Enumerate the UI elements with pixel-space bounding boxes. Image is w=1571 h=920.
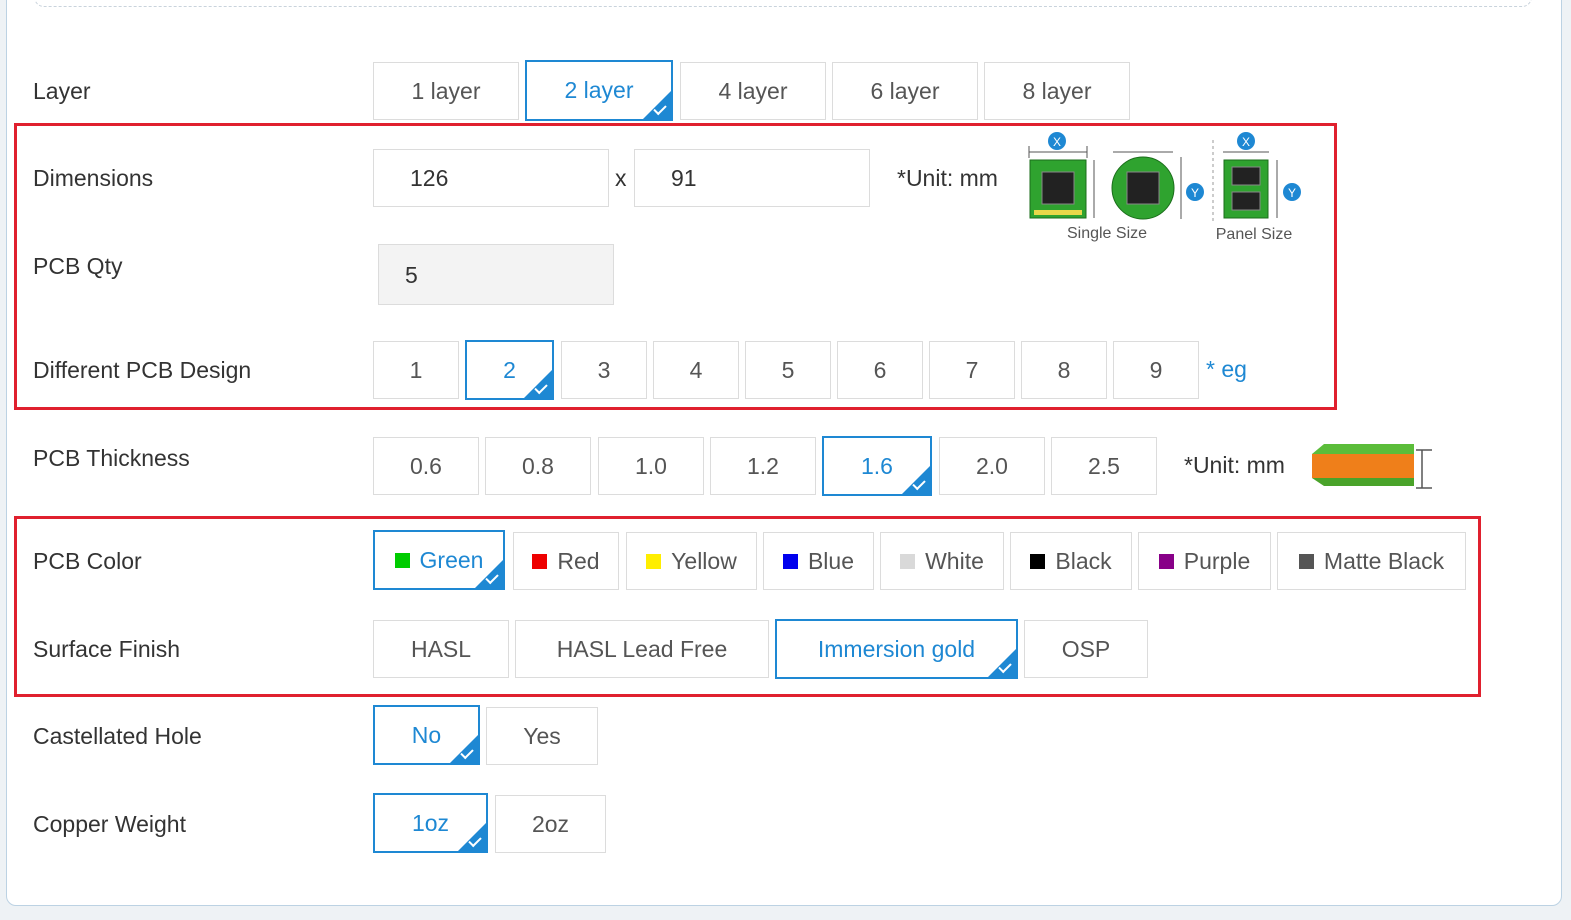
thickness-option-0.6[interactable]: 0.6 — [373, 437, 479, 495]
color-option-label: Yellow — [671, 547, 737, 574]
design-option-4[interactable]: 4 — [653, 341, 739, 399]
color-option-yellow[interactable]: Yellow — [626, 532, 757, 590]
thickness-option-1.2[interactable]: 1.2 — [710, 437, 816, 495]
white-swatch-icon — [900, 553, 916, 569]
green-swatch-icon — [394, 552, 410, 568]
finish-label: Surface Finish — [33, 636, 181, 662]
x-marker-single: X — [1053, 135, 1061, 149]
color-option-label: Black — [1055, 547, 1112, 574]
yellow-swatch-icon — [646, 553, 662, 569]
copper-label: Copper Weight — [33, 811, 186, 837]
layer-option-4[interactable]: 4 layer — [680, 62, 826, 120]
panel-size-caption: Panel Size — [1216, 226, 1293, 243]
layer-option-6[interactable]: 6 layer — [832, 62, 978, 120]
thickness-label: PCB Thickness — [33, 445, 190, 471]
castellated-option-yes[interactable]: Yes — [486, 707, 598, 765]
design-option-6[interactable]: 6 — [837, 341, 923, 399]
copper-option-1oz[interactable]: 1oz — [373, 793, 488, 853]
design-option-5[interactable]: 5 — [745, 341, 831, 399]
matte-black-swatch-icon — [1298, 553, 1314, 569]
color-option-label: Matte Black — [1323, 547, 1445, 574]
castellated-label: Castellated Hole — [33, 723, 202, 749]
pcb-size-diagram: X Y Single Size X Y Panel Size — [1028, 132, 1301, 243]
red-swatch-icon — [532, 553, 548, 569]
design-option-3[interactable]: 3 — [561, 341, 647, 399]
color-option-white[interactable]: White — [880, 532, 1004, 590]
dimension-separator: x — [615, 165, 627, 191]
color-option-label: Red — [557, 547, 600, 574]
thickness-unit: *Unit: mm — [1184, 452, 1285, 478]
thickness-option-0.8[interactable]: 0.8 — [485, 437, 591, 495]
dimension-x-input[interactable]: 126 — [373, 149, 609, 207]
color-label: PCB Color — [33, 548, 142, 574]
single-size-caption: Single Size — [1067, 225, 1147, 242]
black-swatch-icon — [1030, 553, 1046, 569]
color-option-matte-black[interactable]: Matte Black — [1277, 532, 1466, 590]
finish-option-hasl-lead-free[interactable]: HASL Lead Free — [515, 620, 769, 678]
color-option-label: White — [925, 547, 984, 574]
layer-option-2[interactable]: 2 layer — [525, 60, 673, 121]
color-option-blue[interactable]: Blue — [763, 532, 874, 590]
finish-option-osp[interactable]: OSP — [1024, 620, 1148, 678]
design-option-1[interactable]: 1 — [373, 341, 459, 399]
pcb-qty-input[interactable]: 5 — [378, 244, 614, 305]
color-option-black[interactable]: Black — [1010, 532, 1132, 590]
layer-option-8[interactable]: 8 layer — [984, 62, 1130, 120]
thickness-option-1.0[interactable]: 1.0 — [598, 437, 704, 495]
blue-swatch-icon — [782, 553, 798, 569]
thickness-option-1.6[interactable]: 1.6 — [822, 436, 932, 496]
finish-option-immersion-gold[interactable]: Immersion gold — [775, 619, 1018, 679]
design-option-7[interactable]: 7 — [929, 341, 1015, 399]
y-marker-panel: Y — [1288, 186, 1296, 200]
thickness-option-2.0[interactable]: 2.0 — [939, 437, 1045, 495]
color-option-label: Purple — [1183, 547, 1251, 574]
dimension-y-input[interactable]: 91 — [634, 149, 870, 207]
board-thickness-icon — [1312, 444, 1432, 489]
copper-option-2oz[interactable]: 2oz — [495, 795, 606, 853]
design-option-8[interactable]: 8 — [1021, 341, 1107, 399]
dimension-unit: *Unit: mm — [897, 165, 998, 191]
color-option-label: Blue — [807, 547, 855, 574]
thickness-option-2.5[interactable]: 2.5 — [1051, 437, 1157, 495]
color-option-red[interactable]: Red — [513, 532, 619, 590]
design-label: Different PCB Design — [33, 357, 252, 383]
color-option-label: Green — [419, 546, 484, 573]
design-example-link[interactable]: * eg — [1206, 356, 1247, 383]
pcb-qty-label: PCB Qty — [33, 253, 123, 279]
dimensions-label: Dimensions — [33, 165, 154, 191]
upload-area-edge — [34, 0, 1532, 7]
y-marker-single: Y — [1191, 186, 1199, 200]
x-marker-panel: X — [1242, 135, 1250, 149]
design-option-9[interactable]: 9 — [1113, 341, 1199, 399]
design-option-2[interactable]: 2 — [465, 340, 554, 400]
color-option-purple[interactable]: Purple — [1138, 532, 1271, 590]
finish-option-hasl[interactable]: HASL — [373, 620, 509, 678]
layer-label: Layer — [33, 78, 91, 104]
layer-option-1[interactable]: 1 layer — [373, 62, 519, 120]
castellated-option-no[interactable]: No — [373, 705, 480, 765]
color-option-green[interactable]: Green — [373, 530, 505, 590]
purple-swatch-icon — [1158, 553, 1174, 569]
